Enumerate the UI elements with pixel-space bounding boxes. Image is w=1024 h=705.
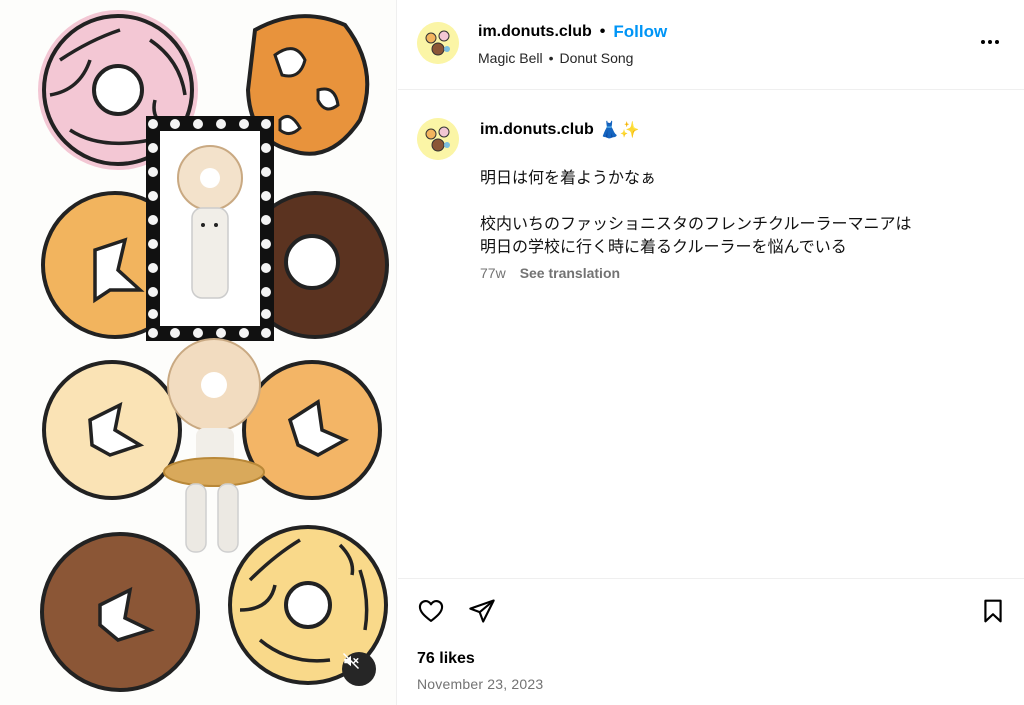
avatar-image — [417, 118, 459, 160]
donut-cream-left — [42, 360, 182, 500]
see-translation-button[interactable]: See translation — [520, 265, 620, 281]
audio-attribution[interactable]: Magic Bell • Donut Song — [478, 50, 633, 66]
heart-icon — [418, 600, 444, 622]
donut-brown-bottom — [40, 532, 200, 692]
likes-count[interactable]: 76 likes — [417, 650, 475, 668]
post-media[interactable] — [0, 0, 397, 705]
post-panel: im.donuts.club • Follow Magic Bell • Don… — [398, 0, 1024, 705]
send-icon — [469, 599, 495, 623]
volume-muted-icon — [342, 652, 360, 670]
caption-header: im.donuts.club 👗✨ — [480, 120, 640, 140]
dot — [988, 40, 992, 44]
actions-bar: 76 likes November 23, 2023 — [398, 578, 1024, 705]
caption-avatar[interactable] — [417, 118, 459, 160]
caption-meta: 77w See translation — [480, 265, 620, 281]
share-button[interactable] — [467, 596, 497, 626]
dot — [995, 40, 999, 44]
like-button[interactable] — [416, 596, 446, 626]
post-age[interactable]: 77w — [480, 265, 506, 281]
separator: • — [599, 23, 606, 40]
post-header: im.donuts.club • Follow Magic Bell • Don… — [398, 0, 1024, 90]
avatar[interactable] — [417, 22, 459, 64]
donut-illustration — [38, 10, 389, 692]
post-date: November 23, 2023 — [417, 676, 544, 692]
bookmark-icon — [984, 599, 1002, 623]
caption-username[interactable]: im.donuts.club — [480, 121, 594, 139]
header-line: im.donuts.club • Follow — [478, 22, 667, 42]
caption-emojis: 👗✨ — [599, 122, 640, 139]
save-button[interactable] — [978, 596, 1008, 626]
mute-button[interactable] — [342, 652, 376, 686]
audio-separator: • — [548, 50, 554, 66]
audio-artist: Magic Bell — [478, 50, 543, 66]
audio-title: Donut Song — [559, 50, 634, 66]
more-options-button[interactable] — [978, 30, 1002, 54]
mirror-frame — [146, 116, 274, 341]
username-link[interactable]: im.donuts.club — [478, 23, 592, 41]
avatar-image — [417, 22, 459, 64]
donut-orange-right — [242, 360, 382, 500]
caption-text: 明日は何を着ようかなぁ 校内いちのファッショニスタのフレンチクルーラーマニアは … — [480, 168, 912, 256]
more-horizontal-icon — [981, 40, 985, 44]
follow-button[interactable]: Follow — [613, 22, 667, 42]
